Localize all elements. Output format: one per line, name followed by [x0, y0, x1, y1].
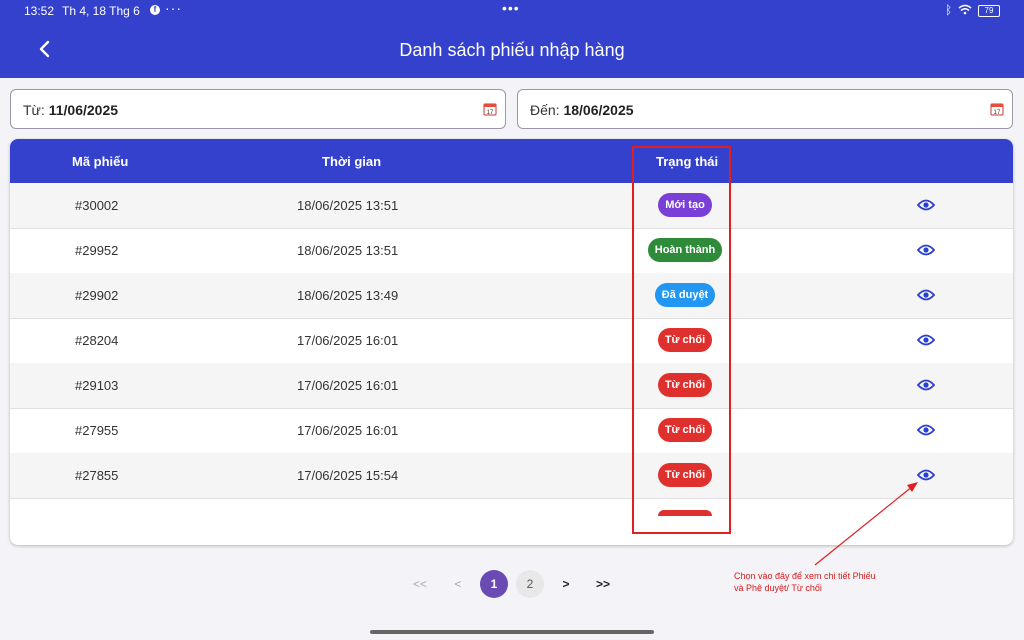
first-page-button[interactable]: << — [406, 570, 434, 598]
view-detail-eye-icon[interactable] — [917, 468, 935, 482]
receipt-code: #28204 — [75, 333, 119, 348]
table-row: #29952 18/06/2025 13:51 Hoàn thành — [10, 228, 1013, 274]
svg-text:17: 17 — [994, 110, 1001, 116]
app-header: 13:52 Th 4, 18 Thg 6 f ··· ••• ᛒ 79 Danh… — [0, 0, 1024, 78]
status-column-highlight — [632, 146, 731, 534]
receipt-code: #29103 — [75, 378, 119, 393]
from-date-label: Từ: 11/06/2025 — [23, 102, 119, 118]
receipt-code: #27855 — [75, 468, 119, 483]
page-2-button[interactable]: 2 — [516, 570, 544, 598]
from-date-field[interactable]: Từ: 11/06/2025 17 — [10, 89, 506, 129]
view-detail-eye-icon[interactable] — [917, 423, 935, 437]
page-1-button[interactable]: 1 — [480, 570, 508, 598]
next-page-button[interactable]: > — [552, 570, 580, 598]
receipt-time: 17/06/2025 16:01 — [297, 333, 399, 348]
status-bar: 13:52 Th 4, 18 Thg 6 f ··· ••• ᛒ 79 — [0, 0, 1024, 22]
view-detail-eye-icon[interactable] — [917, 288, 935, 302]
to-date-field[interactable]: Đến: 18/06/2025 17 — [517, 89, 1013, 129]
receipt-table: Mã phiếu Thời gian Trạng thái #30002 18/0… — [10, 139, 1013, 545]
receipt-code: #30002 — [75, 198, 119, 213]
table-row: #30002 18/06/2025 13:51 Mới tạo — [10, 183, 1013, 229]
column-header-time: Thời gian — [322, 154, 382, 169]
receipt-code: #29902 — [75, 288, 119, 303]
receipt-code: #27955 — [75, 423, 119, 438]
calendar-icon[interactable]: 17 — [483, 102, 497, 116]
from-date-value: 11/06/2025 — [48, 102, 119, 118]
table-header: Mã phiếu Thời gian Trạng thái — [10, 139, 1013, 183]
receipt-time: 18/06/2025 13:51 — [297, 243, 399, 258]
facebook-icon: f — [150, 5, 160, 15]
last-page-button[interactable]: >> — [589, 570, 617, 598]
status-date: Th 4, 18 Thg 6 — [62, 4, 140, 18]
battery-icon: 79 — [978, 5, 1000, 17]
to-date-value: 18/06/2025 — [563, 102, 634, 118]
wifi-icon — [958, 4, 972, 15]
home-indicator[interactable] — [370, 630, 654, 634]
bluetooth-icon: ᛒ — [945, 3, 953, 17]
prev-page-button[interactable]: < — [444, 570, 472, 598]
receipt-time: 18/06/2025 13:51 — [297, 198, 399, 213]
status-more: ··· — [165, 0, 182, 16]
column-header-code: Mã phiếu — [72, 154, 129, 169]
table-row: #29902 18/06/2025 13:49 Đã duyệt — [10, 273, 1013, 319]
to-date-label: Đến: 18/06/2025 — [530, 102, 634, 118]
receipt-time: 17/06/2025 16:01 — [297, 378, 399, 393]
status-badge-partial — [658, 510, 712, 516]
receipt-time: 17/06/2025 16:01 — [297, 423, 399, 438]
status-time: 13:52 — [24, 4, 55, 18]
view-detail-eye-icon[interactable] — [917, 378, 935, 392]
receipt-code: #29952 — [75, 243, 119, 258]
multitask-dots[interactable]: ••• — [502, 0, 520, 16]
view-detail-eye-icon[interactable] — [917, 333, 935, 347]
view-detail-eye-icon[interactable] — [917, 243, 935, 257]
view-detail-eye-icon[interactable] — [917, 198, 935, 212]
svg-text:17: 17 — [487, 110, 494, 116]
table-row: #27955 17/06/2025 16:01 Từ chối — [10, 408, 1013, 454]
receipt-time: 18/06/2025 13:49 — [297, 288, 399, 303]
table-row: #27855 17/06/2025 15:54 Từ chối — [10, 453, 1013, 499]
receipt-time: 17/06/2025 15:54 — [297, 468, 399, 483]
table-row: #29103 17/06/2025 16:01 Từ chối — [10, 363, 1013, 409]
annotation-note: Chọn vào đây để xem chi tiết Phiếu và Ph… — [734, 571, 876, 593]
page-title: Danh sách phiếu nhập hàng — [399, 40, 625, 60]
calendar-icon[interactable]: 17 — [990, 102, 1004, 116]
table-row: #28204 17/06/2025 16:01 Từ chối — [10, 318, 1013, 364]
